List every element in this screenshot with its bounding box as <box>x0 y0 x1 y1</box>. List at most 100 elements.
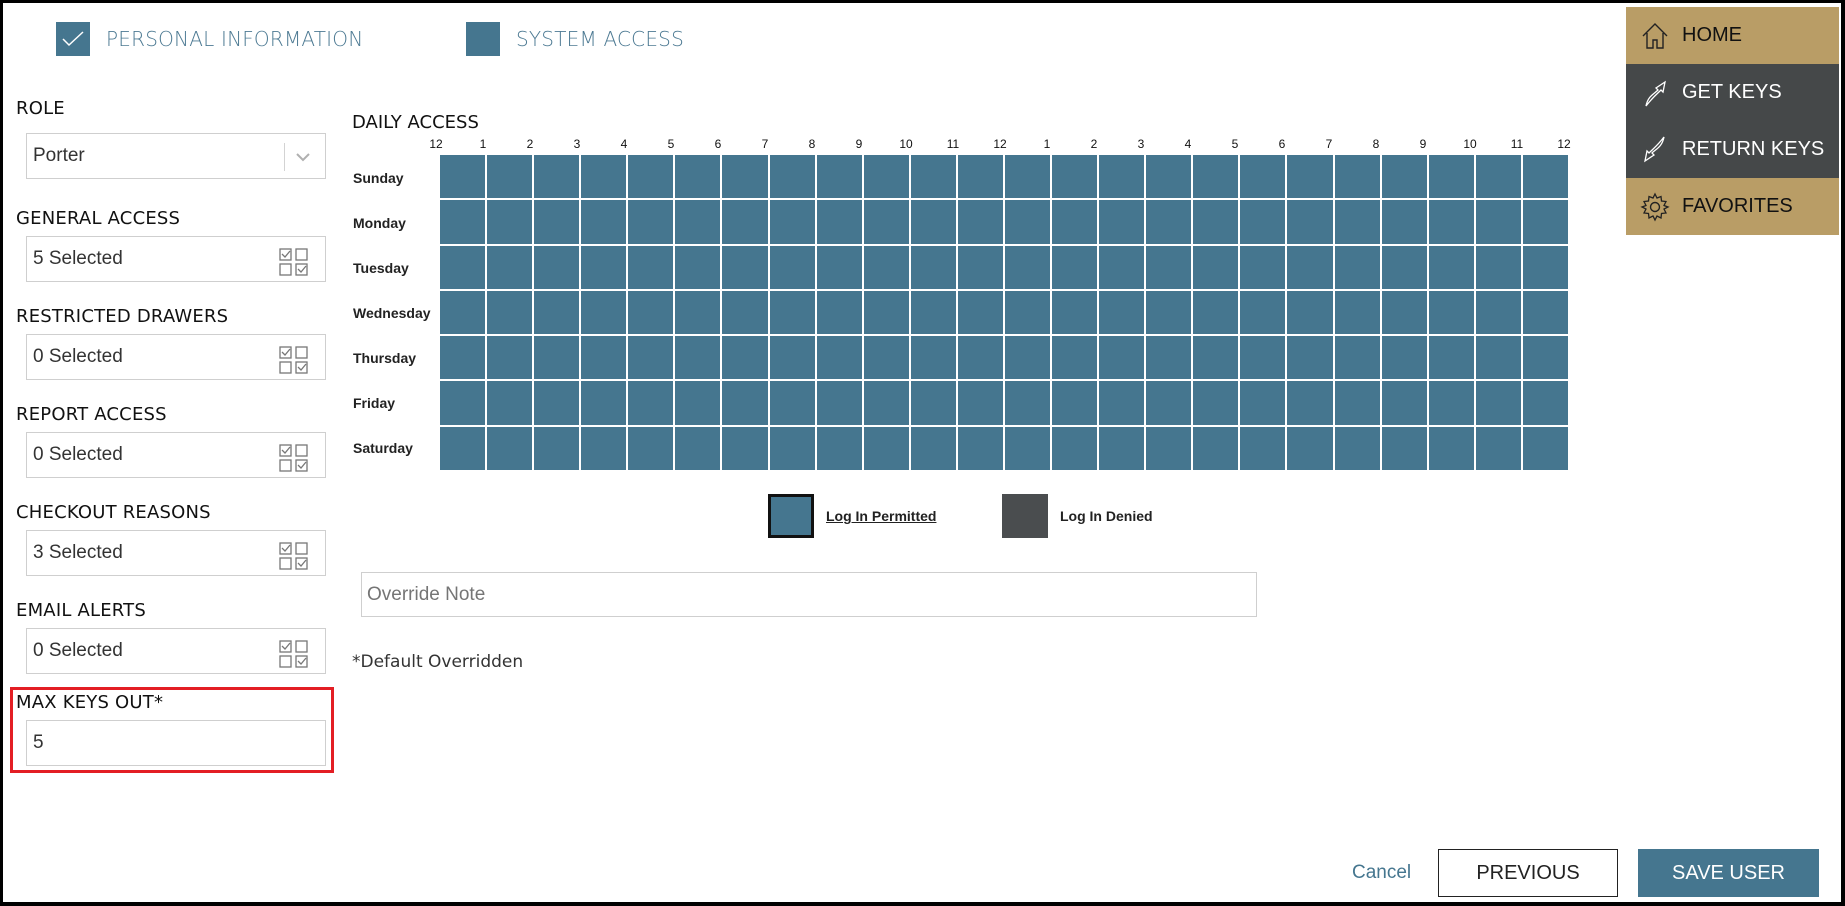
daily-access-grid[interactable] <box>440 155 1568 470</box>
access-cell[interactable] <box>1334 336 1380 380</box>
access-cell[interactable] <box>769 381 815 425</box>
access-cell[interactable] <box>1475 245 1521 289</box>
access-cell[interactable] <box>581 200 627 244</box>
access-cell[interactable] <box>722 426 768 470</box>
access-cell[interactable] <box>910 290 956 335</box>
access-cell[interactable] <box>1004 336 1051 380</box>
access-cell[interactable] <box>1193 155 1239 199</box>
access-cell[interactable] <box>1287 245 1333 289</box>
access-cell[interactable] <box>1004 245 1051 289</box>
chevron-down-icon[interactable] <box>293 147 313 167</box>
access-cell[interactable] <box>675 426 721 470</box>
access-cell[interactable] <box>1475 155 1521 199</box>
access-cell[interactable] <box>1004 155 1051 199</box>
access-cell[interactable] <box>1475 426 1521 470</box>
access-cell[interactable] <box>1475 381 1521 425</box>
access-cell[interactable] <box>1287 200 1333 244</box>
access-cell[interactable] <box>534 290 580 335</box>
access-cell[interactable] <box>1522 245 1568 289</box>
access-cell[interactable] <box>1287 155 1333 199</box>
access-cell[interactable] <box>816 200 862 244</box>
access-cell[interactable] <box>1381 336 1427 380</box>
access-cell[interactable] <box>534 426 580 470</box>
multi-select-icon[interactable] <box>279 248 309 276</box>
access-cell[interactable] <box>440 290 486 335</box>
access-cell[interactable] <box>675 245 721 289</box>
access-cell[interactable] <box>957 426 1003 470</box>
access-cell[interactable] <box>1240 245 1286 289</box>
step-system-access[interactable]: SYSTEM ACCESS <box>466 22 684 56</box>
access-cell[interactable] <box>1193 200 1239 244</box>
nav-get-keys[interactable]: GET KEYS <box>1626 64 1839 121</box>
access-cell[interactable] <box>628 336 674 380</box>
access-cell[interactable] <box>957 381 1003 425</box>
multi-select-icon[interactable] <box>279 444 309 472</box>
access-cell[interactable] <box>769 200 815 244</box>
access-cell[interactable] <box>1146 426 1192 470</box>
nav-return-keys[interactable]: RETURN KEYS <box>1626 121 1839 178</box>
access-cell[interactable] <box>1146 155 1192 199</box>
access-cell[interactable] <box>769 426 815 470</box>
access-cell[interactable] <box>534 336 580 380</box>
access-cell[interactable] <box>722 245 768 289</box>
access-cell[interactable] <box>1193 245 1239 289</box>
access-cell[interactable] <box>1522 290 1568 335</box>
access-cell[interactable] <box>957 336 1003 380</box>
access-cell[interactable] <box>722 336 768 380</box>
access-cell[interactable] <box>816 336 862 380</box>
access-cell[interactable] <box>1240 155 1286 199</box>
report-access-select[interactable]: 0 Selected <box>26 432 326 478</box>
access-cell[interactable] <box>1146 381 1192 425</box>
access-cell[interactable] <box>1428 245 1474 289</box>
access-cell[interactable] <box>1052 336 1098 380</box>
access-cell[interactable] <box>1052 426 1098 470</box>
access-cell[interactable] <box>1146 290 1192 335</box>
access-cell[interactable] <box>440 155 486 199</box>
access-cell[interactable] <box>1428 155 1474 199</box>
access-cell[interactable] <box>957 155 1003 199</box>
access-cell[interactable] <box>863 381 909 425</box>
multi-select-icon[interactable] <box>279 542 309 570</box>
access-cell[interactable] <box>816 426 862 470</box>
access-cell[interactable] <box>1381 155 1427 199</box>
access-cell[interactable] <box>534 200 580 244</box>
access-cell[interactable] <box>1146 200 1192 244</box>
access-cell[interactable] <box>581 336 627 380</box>
access-cell[interactable] <box>1522 426 1568 470</box>
access-cell[interactable] <box>816 155 862 199</box>
access-cell[interactable] <box>440 426 486 470</box>
access-cell[interactable] <box>1287 426 1333 470</box>
override-note-input[interactable] <box>361 572 1257 617</box>
access-cell[interactable] <box>1099 155 1145 199</box>
multi-select-icon[interactable] <box>279 346 309 374</box>
access-cell[interactable] <box>1381 245 1427 289</box>
access-cell[interactable] <box>722 290 768 335</box>
access-cell[interactable] <box>957 200 1003 244</box>
previous-button[interactable]: PREVIOUS <box>1438 849 1618 897</box>
access-cell[interactable] <box>1052 155 1098 199</box>
access-cell[interactable] <box>1475 290 1521 335</box>
legend-permitted-swatch[interactable] <box>768 494 814 538</box>
access-cell[interactable] <box>1004 381 1051 425</box>
access-cell[interactable] <box>1193 290 1239 335</box>
access-cell[interactable] <box>1428 336 1474 380</box>
access-cell[interactable] <box>722 155 768 199</box>
legend-permitted[interactable]: Log In Permitted <box>768 494 936 538</box>
access-cell[interactable] <box>1381 381 1427 425</box>
access-cell[interactable] <box>1193 426 1239 470</box>
access-cell[interactable] <box>487 290 533 335</box>
access-cell[interactable] <box>1004 426 1051 470</box>
access-cell[interactable] <box>910 245 956 289</box>
access-cell[interactable] <box>769 290 815 335</box>
access-cell[interactable] <box>440 381 486 425</box>
access-cell[interactable] <box>1381 200 1427 244</box>
access-cell[interactable] <box>1004 290 1051 335</box>
access-cell[interactable] <box>1099 426 1145 470</box>
access-cell[interactable] <box>1240 381 1286 425</box>
access-cell[interactable] <box>957 290 1003 335</box>
access-cell[interactable] <box>957 245 1003 289</box>
access-cell[interactable] <box>1052 290 1098 335</box>
access-cell[interactable] <box>1099 336 1145 380</box>
access-cell[interactable] <box>628 155 674 199</box>
access-cell[interactable] <box>1522 381 1568 425</box>
